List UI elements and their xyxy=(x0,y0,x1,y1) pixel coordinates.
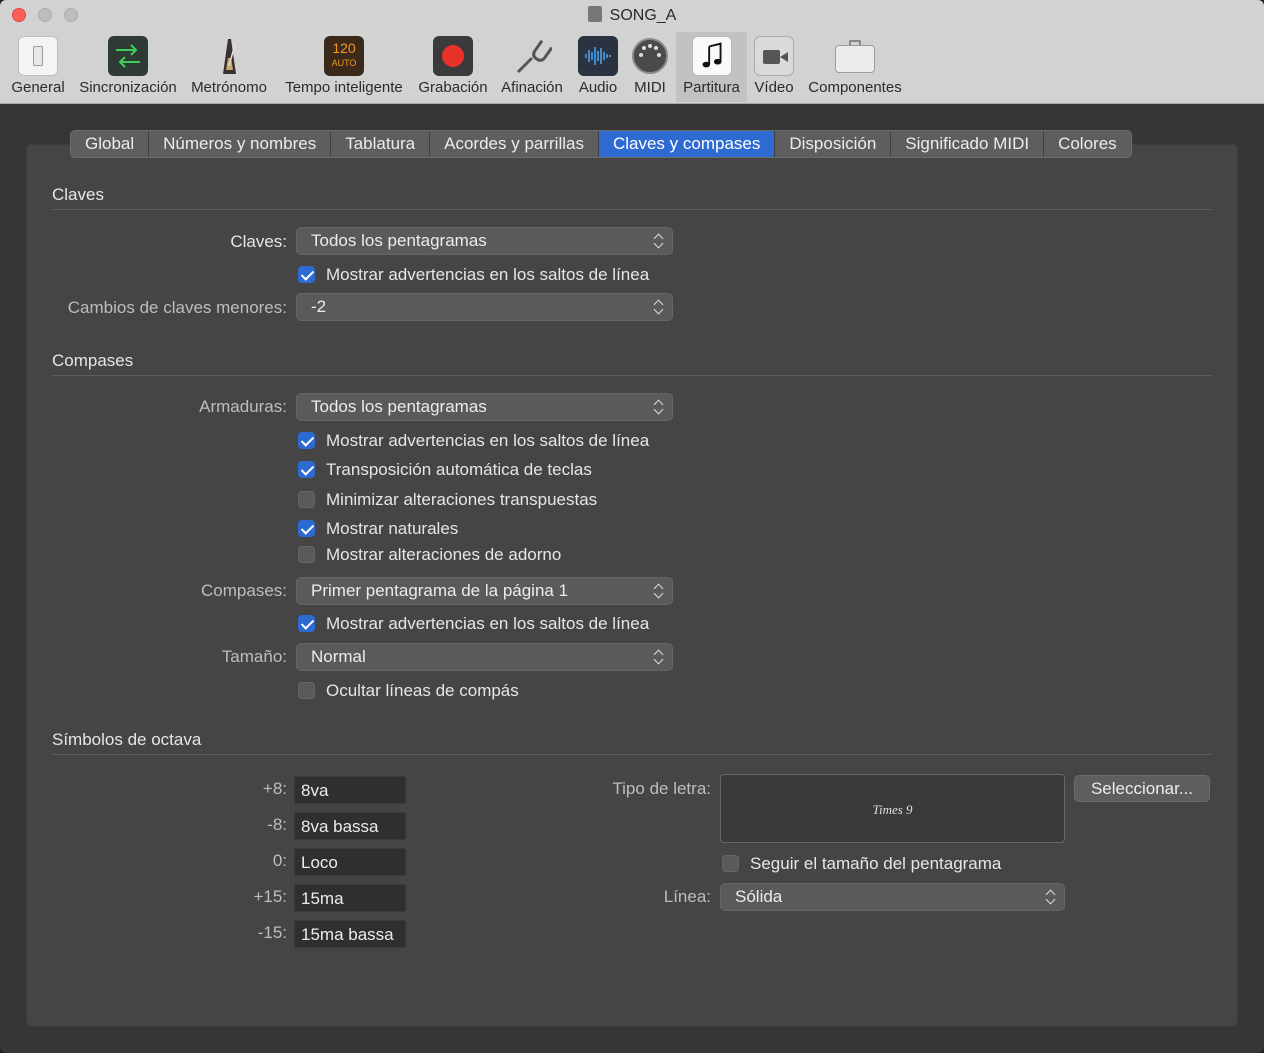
toolbar: SONG_A General Sincronización Metrónomo … xyxy=(0,0,1264,104)
section-divider xyxy=(52,375,1212,376)
toolbar-metronome[interactable]: Metrónomo xyxy=(186,32,272,102)
follow-staff-size-checkbox[interactable]: Seguir el tamaño del pentagrama xyxy=(722,853,1001,875)
toolbar-score[interactable]: Partitura xyxy=(676,32,747,102)
video-camera-icon xyxy=(754,36,794,76)
size-popup[interactable]: Normal xyxy=(296,643,673,671)
tab-clefs-signatures[interactable]: Claves y compases xyxy=(598,131,776,157)
section-divider xyxy=(52,754,1212,755)
octave-minus15-field[interactable]: 15ma bassa xyxy=(294,920,406,948)
font-preview: Times 9 xyxy=(720,774,1065,843)
audio-waveform-icon xyxy=(578,36,618,76)
tab-midi-meaning[interactable]: Significado MIDI xyxy=(891,131,1045,157)
updown-chevron-icon xyxy=(654,583,664,599)
tab-numbers-names[interactable]: Números y nombres xyxy=(149,131,332,157)
octave-plus15-label: +15: xyxy=(253,887,287,906)
updown-chevron-icon xyxy=(654,299,664,315)
clefs-warnings-checkbox[interactable]: Mostrar advertencias en los saltos de lí… xyxy=(298,264,649,286)
tab-global[interactable]: Global xyxy=(71,131,150,157)
updown-chevron-icon xyxy=(654,233,664,249)
tempo-badge-value: 120 xyxy=(332,40,356,56)
updown-chevron-icon xyxy=(654,649,664,665)
line-label: Línea: xyxy=(663,887,711,906)
hide-barlines-checkbox[interactable]: Ocultar líneas de compás xyxy=(298,680,519,702)
section-title-clefs: Claves xyxy=(52,185,104,204)
checkbox-icon xyxy=(298,461,315,478)
toolbar-sync[interactable]: Sincronización xyxy=(74,32,182,102)
octave-plus8-label: +8: xyxy=(262,779,287,798)
toolbar-smart-tempo[interactable]: 120 AUTO Tempo inteligente xyxy=(278,32,410,102)
checkbox-icon xyxy=(298,520,315,537)
toolbar-recording[interactable]: Grabación xyxy=(414,32,492,102)
score-note-icon xyxy=(691,36,732,76)
show-courtesy-accidentals-checkbox[interactable]: Mostrar alteraciones de adorno xyxy=(298,544,561,566)
clefs-label: Claves: xyxy=(230,232,287,251)
tab-colors[interactable]: Colores xyxy=(1044,131,1131,157)
octave-plus8-field[interactable]: 8va xyxy=(294,776,406,804)
checkbox-icon xyxy=(298,491,315,508)
minimize-transposed-accidentals-checkbox[interactable]: Minimizar alteraciones transpuestas xyxy=(298,489,597,511)
minor-clef-changes-label: Cambios de claves menores: xyxy=(67,298,287,317)
minor-clef-changes-popup[interactable]: -2 xyxy=(296,293,673,321)
preferences-window: SONG_A General Sincronización Metrónomo … xyxy=(0,0,1264,1053)
components-case-icon xyxy=(835,36,875,76)
toolbar-video[interactable]: Vídeo xyxy=(750,32,798,102)
tab-chords-grids[interactable]: Acordes y parrillas xyxy=(430,131,599,157)
octave-plus15-field[interactable]: 15ma xyxy=(294,884,406,912)
document-icon xyxy=(587,6,602,22)
section-divider xyxy=(52,209,1212,210)
tempo-badge-mode: AUTO xyxy=(331,58,357,68)
size-label: Tamaño: xyxy=(221,647,287,666)
section-title-octave-symbols: Símbolos de octava xyxy=(52,730,202,749)
record-icon xyxy=(433,36,473,76)
time-warnings-checkbox[interactable]: Mostrar advertencias en los saltos de lí… xyxy=(298,613,649,635)
checkbox-icon xyxy=(722,855,739,872)
checkbox-icon xyxy=(298,546,315,563)
octave-minus15-label: -15: xyxy=(257,923,287,942)
section-title-signatures: Compases xyxy=(52,351,134,370)
clefs-popup[interactable]: Todos los pentagramas xyxy=(296,227,673,255)
checkbox-icon xyxy=(298,615,315,632)
tab-layout[interactable]: Disposición xyxy=(775,131,892,157)
sync-arrows-icon xyxy=(108,36,148,76)
smart-tempo-icon: 120 AUTO xyxy=(324,36,364,76)
key-signatures-label: Armaduras: xyxy=(199,397,287,416)
checkbox-icon xyxy=(298,432,315,449)
toolbar-tuning[interactable]: Afinación xyxy=(496,32,568,102)
checkbox-icon xyxy=(298,266,315,283)
time-signatures-popup[interactable]: Primer pentagrama de la página 1 xyxy=(296,577,673,605)
updown-chevron-icon xyxy=(1046,889,1056,905)
general-switch-icon xyxy=(18,36,58,76)
tab-bar: Global Números y nombres Tablatura Acord… xyxy=(70,130,1132,158)
line-style-popup[interactable]: Sólida xyxy=(720,883,1065,911)
updown-chevron-icon xyxy=(654,399,664,415)
octave-zero-label: 0: xyxy=(272,851,287,870)
select-font-button[interactable]: Seleccionar... xyxy=(1074,775,1210,802)
octave-minus8-label: -8: xyxy=(267,815,287,834)
toolbar-audio[interactable]: Audio xyxy=(572,32,624,102)
show-naturals-checkbox[interactable]: Mostrar naturales xyxy=(298,518,458,540)
toolbar-midi[interactable]: MIDI xyxy=(628,32,672,102)
tuning-fork-icon xyxy=(512,36,554,76)
time-signatures-label: Compases: xyxy=(201,581,287,600)
metronome-icon xyxy=(209,36,249,76)
key-warnings-checkbox[interactable]: Mostrar advertencias en los saltos de lí… xyxy=(298,430,649,452)
key-signatures-popup[interactable]: Todos los pentagramas xyxy=(296,393,673,421)
toolbar-components[interactable]: Componentes xyxy=(802,32,908,102)
tab-tablature[interactable]: Tablatura xyxy=(331,131,431,157)
midi-connector-icon xyxy=(630,36,670,76)
octave-zero-field[interactable]: Loco xyxy=(294,848,406,876)
octave-minus8-field[interactable]: 8va bassa xyxy=(294,812,406,840)
auto-key-transposition-checkbox[interactable]: Transposición automática de teclas xyxy=(298,459,592,481)
checkbox-icon xyxy=(298,682,315,699)
toolbar-general[interactable]: General xyxy=(6,32,70,102)
font-label: Tipo de letra: xyxy=(612,779,711,798)
window-title: SONG_A xyxy=(0,6,1264,25)
